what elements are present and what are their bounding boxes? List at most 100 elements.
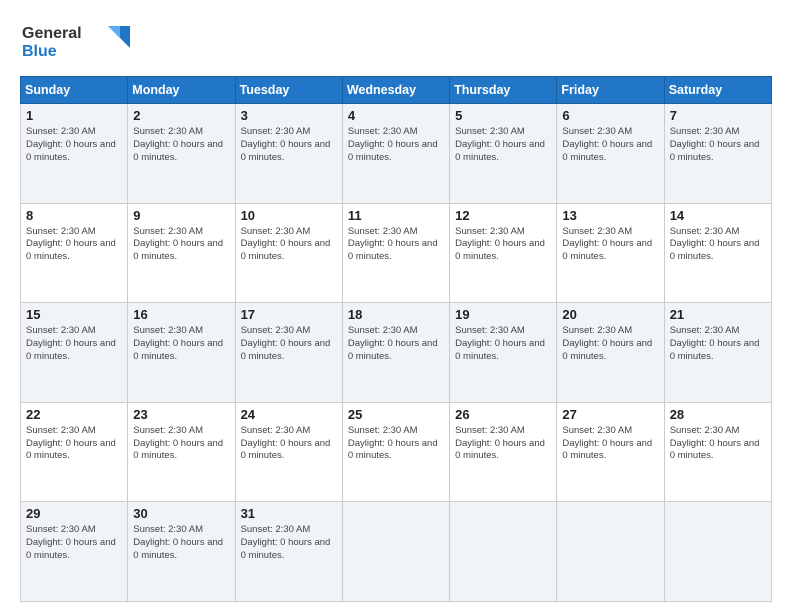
- day-number: 6: [562, 108, 658, 123]
- day-info: Sunset: 2:30 AMDaylight: 0 hours and 0 m…: [455, 425, 551, 463]
- day-info: Sunset: 2:30 AMDaylight: 0 hours and 0 m…: [241, 425, 337, 463]
- page: General Blue Sunday Monday Tuesday Wedne…: [0, 0, 792, 612]
- col-thursday: Thursday: [450, 77, 557, 104]
- col-sunday: Sunday: [21, 77, 128, 104]
- day-info: Sunset: 2:30 AMDaylight: 0 hours and 0 m…: [670, 325, 766, 363]
- calendar-day-cell: 6 Sunset: 2:30 AMDaylight: 0 hours and 0 …: [557, 104, 664, 204]
- day-info: Sunset: 2:30 AMDaylight: 0 hours and 0 m…: [26, 126, 122, 164]
- day-info: Sunset: 2:30 AMDaylight: 0 hours and 0 m…: [241, 325, 337, 363]
- logo: General Blue: [20, 18, 130, 68]
- calendar-week-row: 22 Sunset: 2:30 AMDaylight: 0 hours and 0…: [21, 402, 772, 502]
- day-number: 26: [455, 407, 551, 422]
- col-friday: Friday: [557, 77, 664, 104]
- day-number: 31: [241, 506, 337, 521]
- day-number: 7: [670, 108, 766, 123]
- calendar-day-cell: 15Sunset: 2:30 AMDaylight: 0 hours and 0…: [21, 303, 128, 403]
- calendar-day-cell: 2 Sunset: 2:30 AMDaylight: 0 hours and 0 …: [128, 104, 235, 204]
- day-info: Sunset: 2:30 AMDaylight: 0 hours and 0 m…: [562, 226, 658, 264]
- day-number: 27: [562, 407, 658, 422]
- calendar-day-cell: [557, 502, 664, 602]
- calendar-day-cell: 30 Sunset: 2:30 AMDaylight: 0 hours and 0…: [128, 502, 235, 602]
- day-number: 18: [348, 307, 444, 322]
- day-number: 13: [562, 208, 658, 223]
- day-number: 8: [26, 208, 122, 223]
- calendar-day-cell: 29 Sunset: 2:30 AMDaylight: 0 hours and 0…: [21, 502, 128, 602]
- day-number: 29: [26, 506, 122, 521]
- calendar-day-cell: 27 Sunset: 2:30 AMDaylight: 0 hours and 0…: [557, 402, 664, 502]
- day-number: 24: [241, 407, 337, 422]
- calendar-day-cell: [450, 502, 557, 602]
- col-saturday: Saturday: [664, 77, 771, 104]
- calendar-day-cell: 24 Sunset: 2:30 AMDaylight: 0 hours and 0…: [235, 402, 342, 502]
- day-info: Sunset: 2:30 AMDaylight: 0 hours and 0 m…: [670, 226, 766, 264]
- calendar-day-cell: 25Sunset: 2:30 AMDaylight: 0 hours and 0…: [342, 402, 449, 502]
- calendar-day-cell: 1 Sunset: 2:30 AMDaylight: 0 hours and 0 …: [21, 104, 128, 204]
- day-number: 23: [133, 407, 229, 422]
- calendar-week-row: 1 Sunset: 2:30 AMDaylight: 0 hours and 0 …: [21, 104, 772, 204]
- calendar-day-cell: 22 Sunset: 2:30 AMDaylight: 0 hours and 0…: [21, 402, 128, 502]
- logo-text: General Blue: [20, 18, 130, 68]
- day-info: Sunset: 2:30 AMDaylight: 0 hours and 0 m…: [562, 325, 658, 363]
- day-number: 12: [455, 208, 551, 223]
- col-monday: Monday: [128, 77, 235, 104]
- svg-text:General: General: [22, 25, 82, 42]
- calendar-day-cell: 18 Sunset: 2:30 AMDaylight: 0 hours and 0…: [342, 303, 449, 403]
- calendar-day-cell: 16Sunset: 2:30 AMDaylight: 0 hours and 0…: [128, 303, 235, 403]
- calendar-week-row: 29 Sunset: 2:30 AMDaylight: 0 hours and 0…: [21, 502, 772, 602]
- day-number: 25: [348, 407, 444, 422]
- day-info: Sunset: 2:30 AMDaylight: 0 hours and 0 m…: [670, 425, 766, 463]
- day-number: 28: [670, 407, 766, 422]
- day-info: Sunset: 2:30 AMDaylight: 0 hours and 0 m…: [241, 226, 337, 264]
- day-info: Sunset: 2:30 AMDaylight: 0 hours and 0 m…: [455, 126, 551, 164]
- day-info: Sunset: 2:30 AMDaylight: 0 hours and 0 m…: [133, 524, 229, 562]
- calendar-day-cell: 8 Sunset: 2:30 AMDaylight: 0 hours and 0 …: [21, 203, 128, 303]
- day-number: 9: [133, 208, 229, 223]
- day-number: 21: [670, 307, 766, 322]
- day-number: 10: [241, 208, 337, 223]
- day-info: Sunset: 2:30 AMDaylight: 0 hours and 0 m…: [455, 325, 551, 363]
- calendar-day-cell: 21 Sunset: 2:30 AMDaylight: 0 hours and 0…: [664, 303, 771, 403]
- top-header: General Blue: [20, 18, 772, 68]
- calendar-week-row: 8 Sunset: 2:30 AMDaylight: 0 hours and 0 …: [21, 203, 772, 303]
- calendar-header-row: Sunday Monday Tuesday Wednesday Thursday…: [21, 77, 772, 104]
- day-number: 1: [26, 108, 122, 123]
- calendar-day-cell: [342, 502, 449, 602]
- day-info: Sunset: 2:30 AMDaylight: 0 hours and 0 m…: [26, 226, 122, 264]
- col-tuesday: Tuesday: [235, 77, 342, 104]
- day-info: Sunset: 2:30 AMDaylight: 0 hours and 0 m…: [26, 524, 122, 562]
- calendar-table: Sunday Monday Tuesday Wednesday Thursday…: [20, 76, 772, 602]
- calendar-day-cell: 7 Sunset: 2:30 AMDaylight: 0 hours and 0 …: [664, 104, 771, 204]
- calendar-day-cell: 5 Sunset: 2:30 AMDaylight: 0 hours and 0 …: [450, 104, 557, 204]
- day-info: Sunset: 2:30 AMDaylight: 0 hours and 0 m…: [348, 325, 444, 363]
- day-info: Sunset: 2:30 AMDaylight: 0 hours and 0 m…: [133, 226, 229, 264]
- day-number: 3: [241, 108, 337, 123]
- day-number: 14: [670, 208, 766, 223]
- calendar-day-cell: 13 Sunset: 2:30 AMDaylight: 0 hours and 0…: [557, 203, 664, 303]
- day-number: 11: [348, 208, 444, 223]
- day-number: 5: [455, 108, 551, 123]
- calendar-day-cell: 4Sunset: 2:30 AMDaylight: 0 hours and 0 …: [342, 104, 449, 204]
- day-info: Sunset: 2:30 AMDaylight: 0 hours and 0 m…: [241, 524, 337, 562]
- day-info: Sunset: 2:30 AMDaylight: 0 hours and 0 m…: [241, 126, 337, 164]
- day-info: Sunset: 2:30 AMDaylight: 0 hours and 0 m…: [562, 425, 658, 463]
- calendar-day-cell: 3 Sunset: 2:30 AMDaylight: 0 hours and 0 …: [235, 104, 342, 204]
- day-number: 2: [133, 108, 229, 123]
- day-info: Sunset: 2:30 AMDaylight: 0 hours and 0 m…: [562, 126, 658, 164]
- day-number: 22: [26, 407, 122, 422]
- calendar-day-cell: 19Sunset: 2:30 AMDaylight: 0 hours and 0…: [450, 303, 557, 403]
- day-info: Sunset: 2:30 AMDaylight: 0 hours and 0 m…: [670, 126, 766, 164]
- calendar-day-cell: 11Sunset: 2:30 AMDaylight: 0 hours and 0…: [342, 203, 449, 303]
- day-info: Sunset: 2:30 AMDaylight: 0 hours and 0 m…: [26, 325, 122, 363]
- calendar-day-cell: 14 Sunset: 2:30 AMDaylight: 0 hours and 0…: [664, 203, 771, 303]
- calendar-day-cell: 26 Sunset: 2:30 AMDaylight: 0 hours and 0…: [450, 402, 557, 502]
- day-info: Sunset: 2:30 AMDaylight: 0 hours and 0 m…: [26, 425, 122, 463]
- calendar-day-cell: 9 Sunset: 2:30 AMDaylight: 0 hours and 0 …: [128, 203, 235, 303]
- svg-text:Blue: Blue: [22, 43, 57, 60]
- day-number: 20: [562, 307, 658, 322]
- day-number: 4: [348, 108, 444, 123]
- calendar-day-cell: 23Sunset: 2:30 AMDaylight: 0 hours and 0…: [128, 402, 235, 502]
- day-info: Sunset: 2:30 AMDaylight: 0 hours and 0 m…: [133, 126, 229, 164]
- calendar-day-cell: 17Sunset: 2:30 AMDaylight: 0 hours and 0…: [235, 303, 342, 403]
- col-wednesday: Wednesday: [342, 77, 449, 104]
- day-number: 30: [133, 506, 229, 521]
